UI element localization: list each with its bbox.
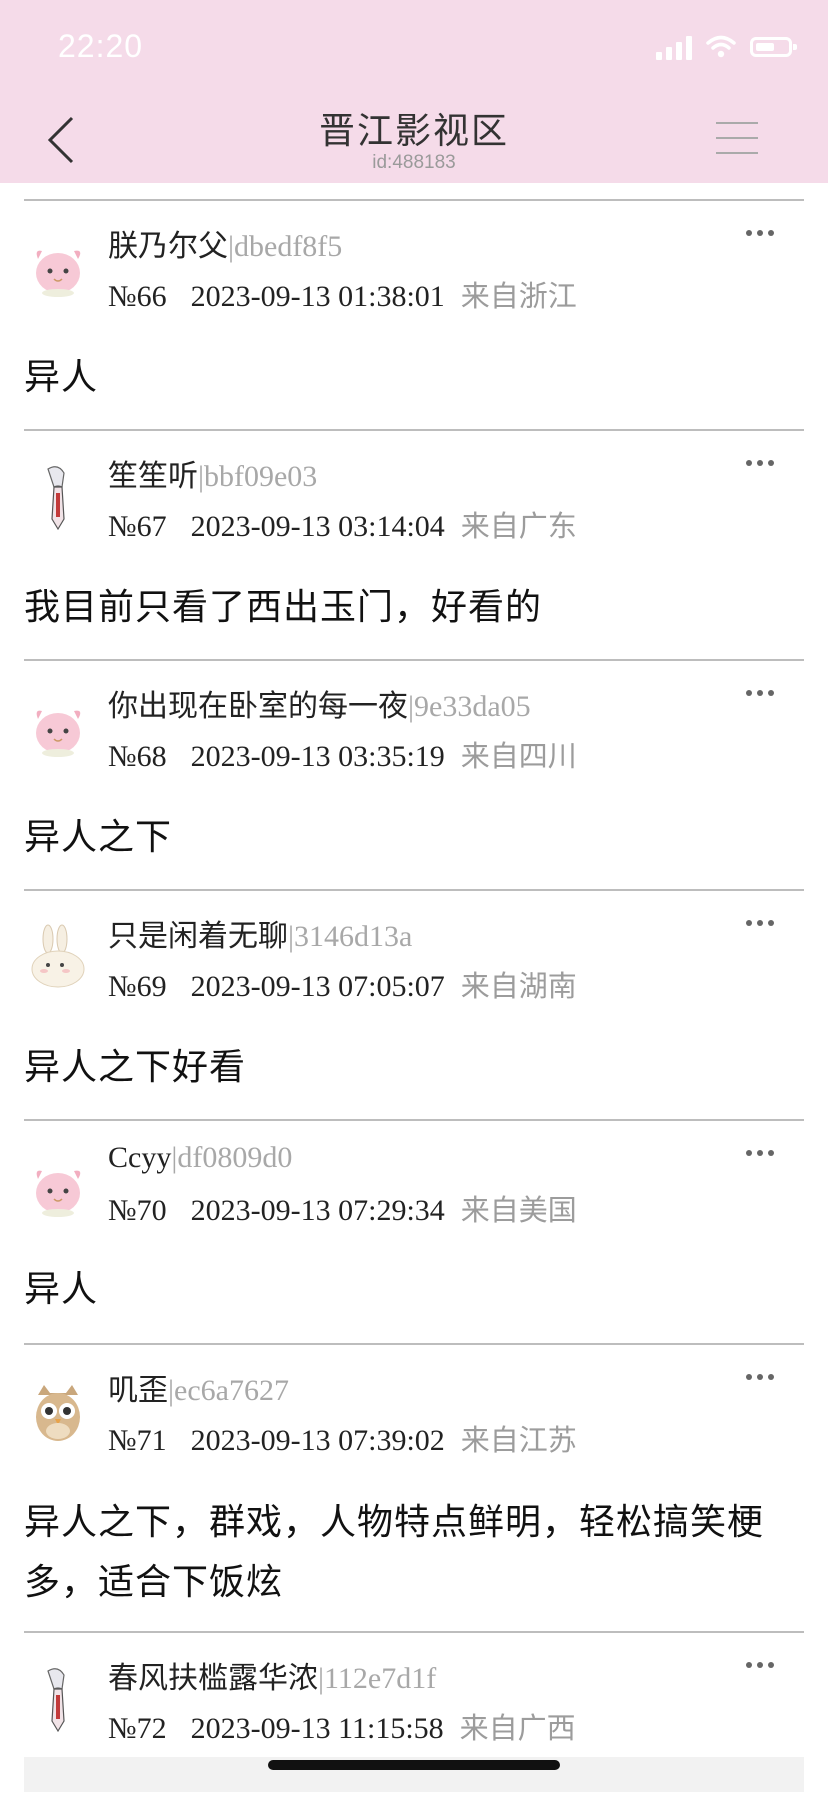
post-content: 异人 (24, 1269, 99, 1310)
more-options-button[interactable] (746, 1143, 782, 1163)
floor-number: №71 (108, 1424, 167, 1457)
battery-icon (750, 37, 797, 57)
user-id: |3146d13a (288, 920, 413, 953)
more-options-button[interactable] (746, 1655, 782, 1675)
more-options-button[interactable] (746, 453, 782, 473)
username-line: 你出现在卧室的每一夜|9e33da05 (108, 681, 531, 725)
user-id: |9e33da05 (408, 690, 531, 723)
post-content: 异人之下，群戏，人物特点鲜明，轻松搞笑梗多，适合下饭炫 (24, 1502, 765, 1603)
username[interactable]: 朕乃尔父 (108, 230, 228, 263)
user-id: |df0809d0 (171, 1141, 293, 1174)
username-line: 只是闲着无聊|3146d13a (108, 911, 412, 955)
menu-line (716, 122, 758, 124)
post-location: 来自湖南 (460, 969, 577, 1003)
user-id: |dbedf8f5 (228, 230, 343, 263)
owl-avatar (36, 1385, 80, 1441)
floor-number: №69 (108, 970, 167, 1003)
username-line: 春风扶槛露华浓|112e7d1f (108, 1653, 436, 1697)
post-meta: №66 2023-09-13 01:38:01 来自浙江 (108, 273, 577, 315)
post-meta: №68 2023-09-13 03:35:19 来自四川 (108, 733, 577, 775)
pink-creature-avatar (36, 1170, 81, 1217)
home-indicator[interactable] (268, 1760, 560, 1770)
floor-number: №72 (108, 1712, 167, 1745)
sword-character-avatar (47, 1668, 65, 1733)
top-header: 22:20 晋江影视区 id:488183 (0, 0, 828, 183)
username[interactable]: 你出现在卧室的每一夜 (108, 690, 408, 723)
post-item: 朕乃尔父|dbedf8f5 №66 2023-09-13 01:38:01 来自浙江… (24, 201, 804, 431)
post-item: 你出现在卧室的每一夜|9e33da05 №68 2023-09-13 03:35:… (24, 661, 804, 891)
post-time: 2023-09-13 07:39:02 (190, 1424, 445, 1457)
post-content: 异人之下 (24, 817, 173, 858)
post-item: 笙笙听|bbf09e03 №67 2023-09-13 03:14:04 来自广东 … (24, 431, 804, 661)
username[interactable]: 只是闲着无聊 (108, 920, 288, 953)
floor-number: №70 (108, 1194, 167, 1227)
post-location: 来自四川 (460, 739, 577, 773)
username[interactable]: 笙笙听 (108, 460, 198, 493)
post-meta: №71 2023-09-13 07:39:02 来自江苏 (108, 1417, 577, 1459)
post-time: 2023-09-13 11:15:58 (190, 1712, 444, 1745)
username[interactable]: Ccyy (108, 1141, 171, 1174)
post-time: 2023-09-13 07:29:34 (190, 1194, 445, 1227)
post-location: 来自广东 (460, 509, 577, 543)
post-meta: №67 2023-09-13 03:14:04 来自广东 (108, 503, 577, 545)
menu-line (716, 137, 758, 139)
sword-character-avatar (47, 466, 65, 531)
status-time: 22:20 (58, 28, 144, 64)
post-meta: №69 2023-09-13 07:05:07 来自湖南 (108, 963, 577, 1005)
post-content: 异人 (24, 357, 99, 398)
post-item: 叽歪|ec6a7627 №71 2023-09-13 07:39:02 来自江苏 异… (24, 1345, 804, 1633)
post-location: 来自江苏 (460, 1423, 577, 1457)
floor-number: №68 (108, 740, 167, 773)
more-options-button[interactable] (746, 1367, 782, 1387)
pink-creature-avatar (36, 710, 81, 757)
rabbit-avatar (31, 924, 85, 988)
page-title: 晋江影视区 (318, 111, 509, 152)
signal-icon (656, 34, 692, 60)
pink-creature-avatar (36, 250, 81, 297)
user-id: |ec6a7627 (168, 1374, 289, 1407)
user-id: |112e7d1f (318, 1662, 437, 1695)
menu-line (716, 152, 758, 154)
post-location: 来自美国 (460, 1193, 577, 1227)
post-location: 来自广西 (459, 1711, 576, 1745)
page-subtitle: id:488183 (372, 152, 456, 173)
post-time: 2023-09-13 07:05:07 (190, 970, 445, 1003)
post-meta: №70 2023-09-13 07:29:34 来自美国 (108, 1187, 577, 1229)
floor-number: №66 (108, 280, 167, 313)
wifi-icon (706, 35, 736, 58)
username-line: Ccyy|df0809d0 (108, 1141, 292, 1175)
post-time: 2023-09-13 03:14:04 (190, 510, 445, 543)
username[interactable]: 叽歪 (108, 1374, 168, 1407)
username-line: 叽歪|ec6a7627 (108, 1365, 289, 1409)
post-item: Ccyy|df0809d0 №70 2023-09-13 07:29:34 来自美国… (24, 1121, 804, 1345)
floor-number: №67 (108, 510, 167, 543)
post-time: 2023-09-13 01:38:01 (190, 280, 445, 313)
post-meta: №72 2023-09-13 11:15:58 来自广西 (108, 1705, 576, 1747)
post-content: 我目前只看了西出玉门，好看的 (24, 587, 543, 628)
post-time: 2023-09-13 03:35:19 (190, 740, 445, 773)
username-line: 朕乃尔父|dbedf8f5 (108, 221, 342, 265)
menu-button[interactable] (716, 122, 758, 156)
more-options-button[interactable] (746, 913, 782, 933)
more-options-button[interactable] (746, 223, 782, 243)
post-content: 异人之下好看 (24, 1047, 247, 1088)
post-item: 只是闲着无聊|3146d13a №69 2023-09-13 07:05:07 来自… (24, 891, 804, 1121)
more-options-button[interactable] (746, 683, 782, 703)
username[interactable]: 春风扶槛露华浓 (108, 1662, 318, 1695)
post-location: 来自浙江 (460, 279, 577, 313)
status-icons (656, 34, 797, 60)
username-line: 笙笙听|bbf09e03 (108, 451, 317, 495)
user-id: |bbf09e03 (198, 460, 318, 493)
